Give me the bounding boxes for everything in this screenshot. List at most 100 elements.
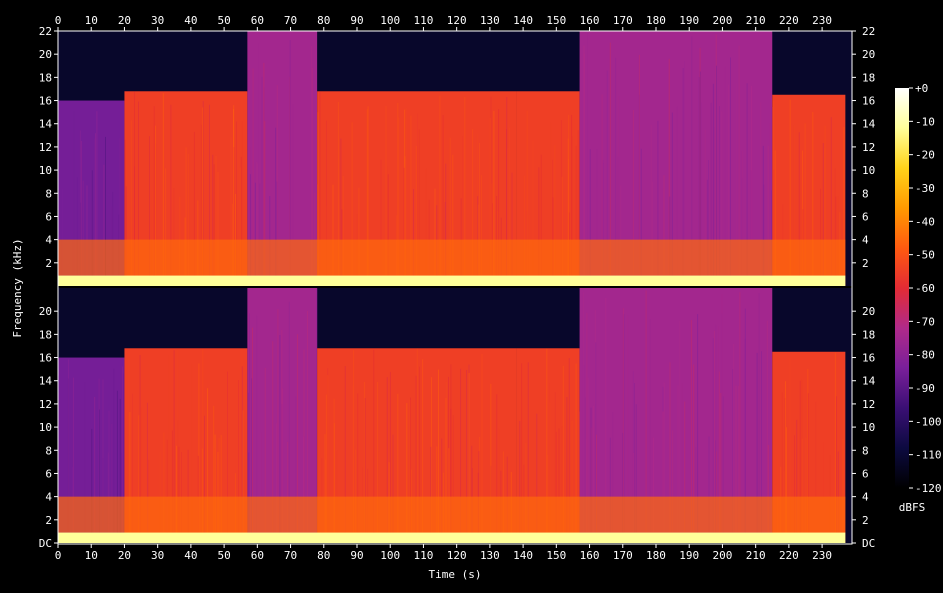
- y-top-left-label-8: 18: [39, 71, 52, 84]
- colorbar-tick-label-10: -100: [915, 415, 942, 428]
- x-tick-label-bottom-18: 180: [646, 549, 666, 562]
- low-band: [58, 239, 846, 276]
- y-bottom-right-label-1: 2: [862, 514, 869, 527]
- x-tick-label-top-14: 140: [513, 14, 533, 27]
- y-bottom-left-label-10: 20: [39, 305, 52, 318]
- y-top-right-label-7: 16: [862, 95, 875, 108]
- x-tick-label-top-20: 200: [712, 14, 732, 27]
- y-axis-left: 2 4 6 8 10 12 14 16 18 20 22 DC 2 4 6 8 10 12 14 16 18 20: [39, 25, 58, 550]
- dc-band: [58, 532, 846, 543]
- y-bottom-left-label-8: 16: [39, 352, 52, 365]
- colorbar-tick-label-11: -110: [915, 449, 942, 462]
- y-bottom-right-label-4: 8: [862, 444, 869, 457]
- x-tick-label-top-12: 120: [447, 14, 467, 27]
- x-tick-label-bottom-14: 140: [513, 549, 533, 562]
- y-axis-right: 2 4 6 8 10 12 14 16 18 20 22 DC 2 4 6 8 10 12 14 16 18 20: [852, 25, 876, 550]
- x-tick-label-top-8: 80: [317, 14, 330, 27]
- x-tick-label-bottom-15: 150: [546, 549, 566, 562]
- x-tick-label-top-10: 100: [380, 14, 400, 27]
- x-tick-label-bottom-2: 20: [118, 549, 131, 562]
- x-tick-label-bottom-5: 50: [217, 549, 230, 562]
- x-tick-label-bottom-10: 100: [380, 549, 400, 562]
- y-bottom-right-label-0: DC: [862, 537, 875, 550]
- colorbar-label: dBFS: [899, 501, 926, 514]
- y-top-left-label-6: 14: [39, 118, 53, 131]
- colorbar-gradient: [895, 88, 909, 488]
- y-bottom-right-label-8: 16: [862, 352, 875, 365]
- x-axis-label: Time (s): [429, 568, 482, 581]
- x-tick-label-bottom-11: 110: [414, 549, 434, 562]
- x-tick-label-top-3: 30: [151, 14, 164, 27]
- y-top-right-label-5: 12: [862, 141, 875, 154]
- x-tick-label-top-23: 230: [812, 14, 832, 27]
- x-axis-bottom: 0 10 20 30 40 50 60 70 80 90 100 110 120 130 140 150 160…: [55, 544, 832, 562]
- y-bottom-left-label-7: 14: [39, 375, 53, 388]
- y-top-left-label-4: 10: [39, 164, 52, 177]
- x-tick-label-top-21: 210: [746, 14, 766, 27]
- x-tick-label-bottom-9: 90: [350, 549, 363, 562]
- y-bottom-right-label-5: 10: [862, 421, 875, 434]
- x-tick-label-top-13: 130: [480, 14, 500, 27]
- y-top-right-label-4: 10: [862, 164, 875, 177]
- x-tick-label-top-18: 180: [646, 14, 666, 27]
- spectrogram-channel-bottom: [58, 288, 852, 543]
- x-tick-label-bottom-6: 60: [251, 549, 264, 562]
- y-top-right-label-1: 4: [862, 234, 869, 247]
- x-tick-label-bottom-0: 0: [55, 549, 62, 562]
- x-tick-label-top-11: 110: [414, 14, 434, 27]
- dc-band: [58, 275, 846, 286]
- x-tick-label-bottom-21: 210: [746, 549, 766, 562]
- y-top-right-label-9: 20: [862, 48, 875, 61]
- y-top-right-label-10: 22: [862, 25, 875, 38]
- y-bottom-right-label-9: 18: [862, 328, 875, 341]
- y-top-left-label-0: 2: [45, 257, 52, 270]
- y-bottom-left-label-0: DC: [39, 537, 52, 550]
- y-bottom-left-label-9: 18: [39, 328, 52, 341]
- y-top-left-label-3: 8: [45, 187, 52, 200]
- y-top-left-label-5: 12: [39, 141, 52, 154]
- y-top-right-label-2: 6: [862, 210, 869, 223]
- y-top-left-label-2: 6: [45, 210, 52, 223]
- y-bottom-right-label-2: 4: [862, 491, 869, 504]
- x-tick-label-bottom-17: 170: [613, 549, 633, 562]
- colorbar: [895, 88, 909, 488]
- y-top-left-label-10: 22: [39, 25, 52, 38]
- y-top-right-label-6: 14: [862, 118, 876, 131]
- x-tick-label-bottom-7: 70: [284, 549, 297, 562]
- colorbar-tick-label-8: -80: [915, 349, 935, 362]
- x-tick-label-bottom-3: 30: [151, 549, 164, 562]
- x-tick-label-top-7: 70: [284, 14, 297, 27]
- y-top-right-label-3: 8: [862, 187, 869, 200]
- x-tick-label-top-2: 20: [118, 14, 131, 27]
- y-bottom-left-label-4: 8: [45, 444, 52, 457]
- x-tick-label-top-22: 220: [779, 14, 799, 27]
- x-tick-label-top-16: 160: [580, 14, 600, 27]
- colorbar-tick-label-4: -40: [915, 215, 935, 228]
- colorbar-tick-label-1: -10: [915, 115, 935, 128]
- x-tick-label-bottom-12: 120: [447, 549, 467, 562]
- y-top-left-label-9: 20: [39, 48, 52, 61]
- colorbar-tick-label-0: +0: [915, 82, 928, 95]
- x-tick-label-bottom-19: 190: [679, 549, 699, 562]
- x-tick-label-bottom-1: 10: [85, 549, 98, 562]
- x-tick-label-top-15: 150: [546, 14, 566, 27]
- x-tick-label-bottom-4: 40: [184, 549, 197, 562]
- y-bottom-right-label-3: 6: [862, 467, 869, 480]
- spectrogram-figure: 0 10 20 30 40 50 60 70 80 90 100 110 120 130 140 150 160…: [11, 14, 942, 581]
- x-tick-label-top-9: 90: [350, 14, 363, 27]
- colorbar-tick-label-6: -60: [915, 282, 935, 295]
- colorbar-tick-label-5: -50: [915, 249, 935, 262]
- y-axis-label: Frequency (kHz): [11, 238, 24, 337]
- y-bottom-left-label-6: 12: [39, 398, 52, 411]
- x-tick-label-top-5: 50: [217, 14, 230, 27]
- colorbar-tick-label-12: -120: [915, 482, 942, 495]
- y-bottom-right-label-7: 14: [862, 375, 876, 388]
- y-bottom-left-label-5: 10: [39, 421, 52, 434]
- y-top-left-label-7: 16: [39, 95, 52, 108]
- colorbar-ticks: +0 -10 -20 -30 -40 -50 -60 -70 -80 -90 -100 -110 -12…: [909, 82, 942, 495]
- colorbar-tick-label-9: -90: [915, 382, 935, 395]
- x-tick-label-bottom-8: 80: [317, 549, 330, 562]
- x-tick-label-bottom-23: 230: [812, 549, 832, 562]
- x-tick-label-bottom-20: 200: [712, 549, 732, 562]
- x-tick-label-top-1: 10: [85, 14, 98, 27]
